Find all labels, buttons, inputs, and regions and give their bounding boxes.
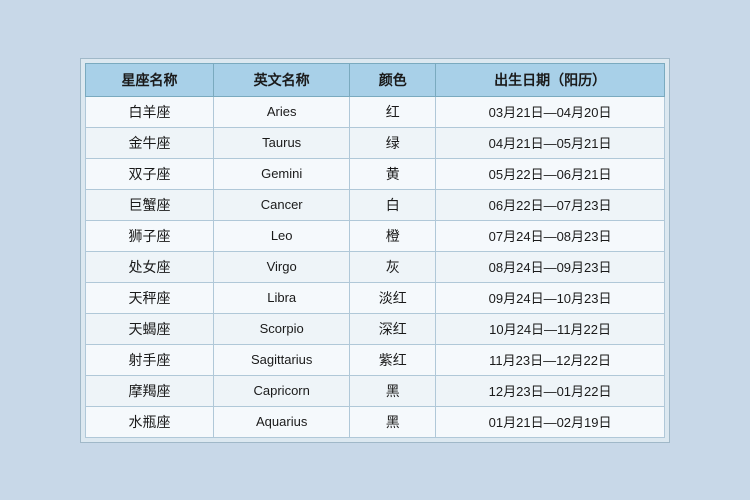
cell-date: 05月22日—06月21日	[436, 158, 665, 189]
cell-chinese-name: 水瓶座	[86, 406, 214, 437]
cell-chinese-name: 巨蟹座	[86, 189, 214, 220]
cell-date: 06月22日—07月23日	[436, 189, 665, 220]
table-row: 处女座Virgo灰08月24日—09月23日	[86, 251, 665, 282]
cell-color: 灰	[350, 251, 436, 282]
table-row: 双子座Gemini黄05月22日—06月21日	[86, 158, 665, 189]
cell-english-name: Taurus	[214, 127, 350, 158]
cell-color: 黑	[350, 406, 436, 437]
cell-chinese-name: 双子座	[86, 158, 214, 189]
cell-color: 橙	[350, 220, 436, 251]
zodiac-table: 星座名称 英文名称 颜色 出生日期（阳历） 白羊座Aries红03月21日—04…	[85, 63, 665, 438]
cell-date: 11月23日—12月22日	[436, 344, 665, 375]
table-row: 摩羯座Capricorn黑12月23日—01月22日	[86, 375, 665, 406]
table-row: 白羊座Aries红03月21日—04月20日	[86, 96, 665, 127]
cell-chinese-name: 处女座	[86, 251, 214, 282]
table-row: 天蝎座Scorpio深红10月24日—11月22日	[86, 313, 665, 344]
cell-english-name: Libra	[214, 282, 350, 313]
cell-date: 07月24日—08月23日	[436, 220, 665, 251]
cell-english-name: Cancer	[214, 189, 350, 220]
col-header-english: 英文名称	[214, 63, 350, 96]
table-row: 射手座Sagittarius紫红11月23日—12月22日	[86, 344, 665, 375]
cell-chinese-name: 天秤座	[86, 282, 214, 313]
cell-english-name: Aquarius	[214, 406, 350, 437]
cell-chinese-name: 金牛座	[86, 127, 214, 158]
cell-english-name: Capricorn	[214, 375, 350, 406]
col-header-color: 颜色	[350, 63, 436, 96]
cell-color: 绿	[350, 127, 436, 158]
cell-chinese-name: 摩羯座	[86, 375, 214, 406]
cell-color: 黄	[350, 158, 436, 189]
table-row: 金牛座Taurus绿04月21日—05月21日	[86, 127, 665, 158]
cell-date: 09月24日—10月23日	[436, 282, 665, 313]
table-row: 巨蟹座Cancer白06月22日—07月23日	[86, 189, 665, 220]
col-header-chinese: 星座名称	[86, 63, 214, 96]
cell-color: 深红	[350, 313, 436, 344]
cell-chinese-name: 狮子座	[86, 220, 214, 251]
table-row: 天秤座Libra淡红09月24日—10月23日	[86, 282, 665, 313]
cell-date: 01月21日—02月19日	[436, 406, 665, 437]
cell-color: 红	[350, 96, 436, 127]
cell-color: 淡红	[350, 282, 436, 313]
cell-date: 10月24日—11月22日	[436, 313, 665, 344]
cell-english-name: Leo	[214, 220, 350, 251]
cell-color: 紫红	[350, 344, 436, 375]
cell-color: 白	[350, 189, 436, 220]
cell-english-name: Sagittarius	[214, 344, 350, 375]
table-row: 水瓶座Aquarius黑01月21日—02月19日	[86, 406, 665, 437]
cell-english-name: Virgo	[214, 251, 350, 282]
cell-date: 08月24日—09月23日	[436, 251, 665, 282]
cell-color: 黑	[350, 375, 436, 406]
cell-chinese-name: 天蝎座	[86, 313, 214, 344]
zodiac-table-container: 星座名称 英文名称 颜色 出生日期（阳历） 白羊座Aries红03月21日—04…	[80, 58, 670, 443]
table-row: 狮子座Leo橙07月24日—08月23日	[86, 220, 665, 251]
table-header-row: 星座名称 英文名称 颜色 出生日期（阳历）	[86, 63, 665, 96]
cell-english-name: Gemini	[214, 158, 350, 189]
cell-date: 04月21日—05月21日	[436, 127, 665, 158]
cell-chinese-name: 射手座	[86, 344, 214, 375]
cell-date: 12月23日—01月22日	[436, 375, 665, 406]
cell-english-name: Aries	[214, 96, 350, 127]
cell-english-name: Scorpio	[214, 313, 350, 344]
cell-date: 03月21日—04月20日	[436, 96, 665, 127]
col-header-date: 出生日期（阳历）	[436, 63, 665, 96]
cell-chinese-name: 白羊座	[86, 96, 214, 127]
